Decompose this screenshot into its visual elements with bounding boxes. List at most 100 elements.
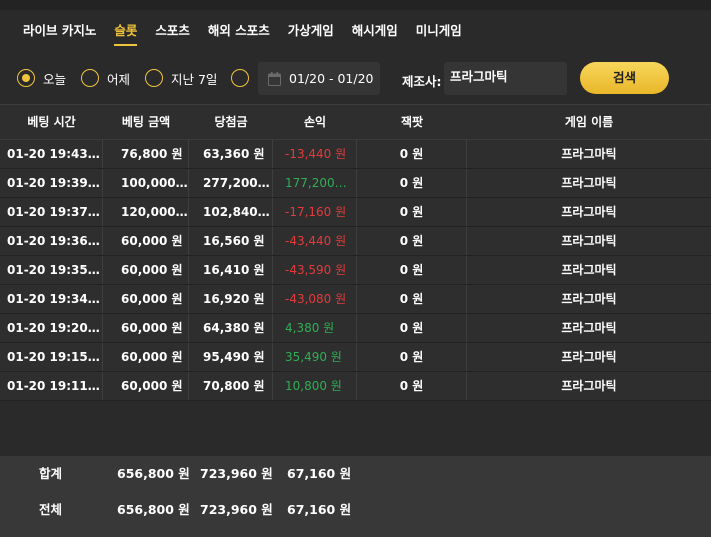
table-row: 01-20 19:35:… 60,000 원 16,410 원 -43,590 원0 … <box>0 256 711 285</box>
table-row: 01-20 19:39:… 100,000… 277,200… 177,200… 0 원… <box>0 169 711 198</box>
summary-row-total: 전체 656,800 원 723,960 원 67,160 원 <box>0 492 711 528</box>
cell-bet-amount: 60,000 원 <box>103 343 189 371</box>
cell-bet-time: 01-20 19:15:… <box>0 343 103 371</box>
cell-game-name: 프라그마틱 <box>561 205 617 219</box>
cell-game-name: 프라그마틱 <box>561 176 617 190</box>
radio-yesterday-label: 어제 <box>107 71 131 87</box>
summary-section: 합계 656,800 원 723,960 원 67,160 원 전체 656,8… <box>0 456 711 537</box>
summary-win: 723,960 원 <box>200 466 273 481</box>
header-winnings: 당첨금 <box>214 115 248 129</box>
cell-winnings: 63,360 원 <box>189 140 273 168</box>
cell-jackpot: 0 원 <box>357 169 467 197</box>
cell-jackpot: 0 원 <box>357 372 467 400</box>
cell-profit: -43,440 원 <box>273 227 357 255</box>
radio-today[interactable]: 오늘 <box>17 63 66 93</box>
cell-winnings: 277,200… <box>189 169 273 197</box>
cell-game-name: 프라그마틱 <box>561 292 617 306</box>
filter-bar: 오늘 어제 지난 7일 01/20 - 01/20 제조사: 프라그마틱 검색 <box>0 52 711 104</box>
header-profit: 손익 <box>303 115 327 129</box>
category-tabs: 라이브 카지노 슬롯 스포츠 해외 스포츠 가상게임 해시게임 미니게임 <box>0 10 711 52</box>
table-row: 01-20 19:34:… 60,000 원 16,920 원 -43,080 원0 … <box>0 285 711 314</box>
cell-bet-time: 01-20 19:34:… <box>0 285 103 313</box>
header-bet-time: 베팅 시간 <box>27 115 76 129</box>
table-row: 01-20 19:43:… 76,800 원 63,360 원 -13,440 원0 … <box>0 140 711 169</box>
radio-circle-icon <box>145 69 163 87</box>
header-game-name: 게임 이름 <box>564 115 614 129</box>
cell-profit: 177,200… <box>273 169 357 197</box>
cell-bet-time: 01-20 19:35:… <box>0 256 103 284</box>
cell-winnings: 16,560 원 <box>189 227 273 255</box>
cell-profit: 4,380 원 <box>273 314 357 342</box>
cell-bet-amount: 60,000 원 <box>103 314 189 342</box>
cell-jackpot: 0 원 <box>357 227 467 255</box>
table-row: 01-20 19:36:… 60,000 원 16,560 원 -43,440 원0 … <box>0 227 711 256</box>
cell-bet-amount: 60,000 원 <box>103 285 189 313</box>
cell-winnings: 95,490 원 <box>189 343 273 371</box>
cell-bet-time: 01-20 19:37:… <box>0 198 103 226</box>
summary-label: 전체 <box>39 502 63 517</box>
radio-dot-icon <box>22 74 30 82</box>
cell-bet-amount: 60,000 원 <box>103 256 189 284</box>
tab-mini-game[interactable]: 미니게임 <box>416 10 462 52</box>
cell-jackpot: 0 원 <box>357 314 467 342</box>
cell-winnings: 102,840… <box>189 198 273 226</box>
search-button[interactable]: 검색 <box>580 62 669 94</box>
summary-bet: 656,800 원 <box>117 466 190 481</box>
radio-circle-icon <box>231 69 249 87</box>
tab-live-casino[interactable]: 라이브 카지노 <box>23 10 96 52</box>
table-header: 베팅 시간 베팅 금액 당첨금 손익 잭팟 게임 이름 <box>0 104 711 140</box>
cell-bet-time: 01-20 19:39:… <box>0 169 103 197</box>
radio-circle-icon <box>81 69 99 87</box>
header-bet-amount: 베팅 금액 <box>121 115 171 129</box>
maker-select[interactable]: 프라그마틱 <box>444 62 567 95</box>
cell-bet-time: 01-20 19:36:… <box>0 227 103 255</box>
cell-jackpot: 0 원 <box>357 256 467 284</box>
date-range-picker[interactable]: 01/20 - 01/20 <box>258 62 380 95</box>
calendar-icon <box>268 71 281 86</box>
tab-overseas-sports[interactable]: 해외 스포츠 <box>208 10 270 52</box>
cell-winnings: 16,920 원 <box>189 285 273 313</box>
cell-profit: 10,800 원 <box>273 372 357 400</box>
radio-today-label: 오늘 <box>43 71 67 87</box>
tab-sports[interactable]: 스포츠 <box>155 10 190 52</box>
header-jackpot: 잭팟 <box>400 115 424 129</box>
cell-game-name: 프라그마틱 <box>561 379 617 393</box>
empty-area <box>0 401 711 456</box>
cell-jackpot: 0 원 <box>357 343 467 371</box>
cell-jackpot: 0 원 <box>357 198 467 226</box>
cell-profit: -13,440 원 <box>273 140 357 168</box>
cell-bet-time: 01-20 19:11:… <box>0 372 103 400</box>
cell-profit: -43,590 원 <box>273 256 357 284</box>
cell-bet-amount: 60,000 원 <box>103 227 189 255</box>
cell-bet-time: 01-20 19:43:… <box>0 140 103 168</box>
cell-winnings: 16,410 원 <box>189 256 273 284</box>
radio-last-7-days-label: 지난 7일 <box>171 71 218 87</box>
table-body: 01-20 19:43:… 76,800 원 63,360 원 -13,440 원0 … <box>0 140 711 401</box>
table-row: 01-20 19:15:… 60,000 원 95,490 원 35,490 원0 원… <box>0 343 711 372</box>
cell-profit: -17,160 원 <box>273 198 357 226</box>
tab-slot[interactable]: 슬롯 <box>114 10 138 52</box>
top-strip <box>0 0 711 10</box>
cell-winnings: 64,380 원 <box>189 314 273 342</box>
cell-bet-amount: 60,000 원 <box>103 372 189 400</box>
cell-winnings: 70,800 원 <box>189 372 273 400</box>
summary-row-subtotal: 합계 656,800 원 723,960 원 67,160 원 <box>0 456 711 492</box>
table-row: 01-20 19:11:… 60,000 원 70,800 원 10,800 원0 원… <box>0 372 711 401</box>
tab-hash-game[interactable]: 해시게임 <box>352 10 398 52</box>
radio-yesterday[interactable]: 어제 <box>81 63 130 93</box>
tab-virtual-game[interactable]: 가상게임 <box>288 10 334 52</box>
summary-win: 723,960 원 <box>200 502 273 517</box>
radio-circle-icon <box>17 69 35 87</box>
table-row: 01-20 19:20:… 60,000 원 64,380 원 4,380 원0 원 프… <box>0 314 711 343</box>
radio-custom-range[interactable] <box>231 63 257 93</box>
cell-bet-amount: 120,000… <box>103 198 189 226</box>
cell-game-name: 프라그마틱 <box>561 263 617 277</box>
summary-profit: 67,160 원 <box>287 502 352 517</box>
summary-label: 합계 <box>39 466 63 481</box>
cell-game-name: 프라그마틱 <box>561 321 617 335</box>
cell-profit: 35,490 원 <box>273 343 357 371</box>
date-range-text: 01/20 - 01/20 <box>289 71 374 86</box>
cell-game-name: 프라그마틱 <box>561 147 617 161</box>
radio-last-7-days[interactable]: 지난 7일 <box>145 63 217 93</box>
cell-jackpot: 0 원 <box>357 140 467 168</box>
